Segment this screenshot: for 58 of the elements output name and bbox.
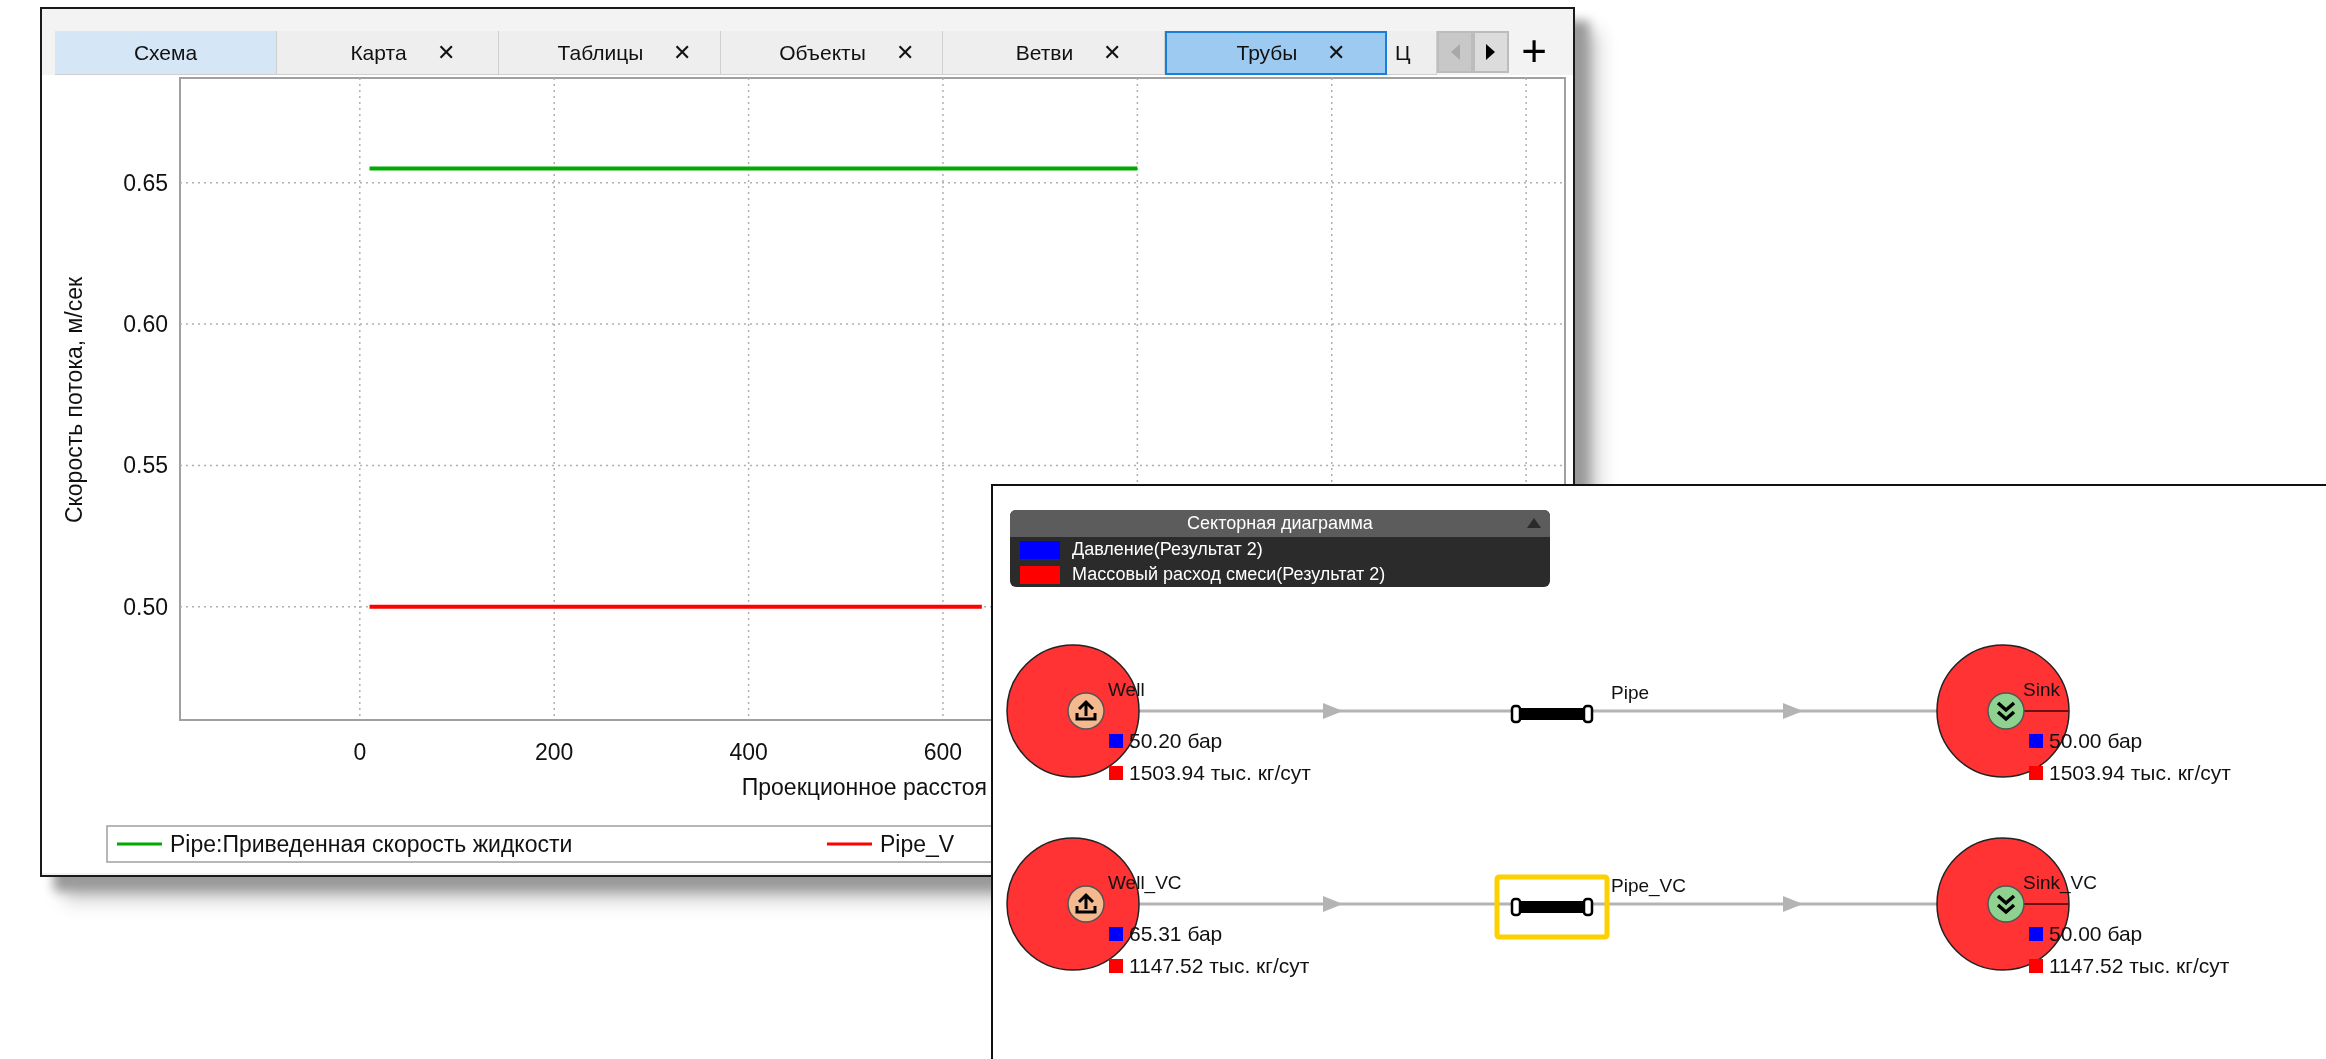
tab[interactable]: Трубы ✕ [1165,31,1387,75]
legend-title: Секторная диаграмма [1187,513,1373,533]
value-label: 1147.52 тыс. кг/сут [2049,954,2230,977]
flow-arrow-icon [1323,703,1343,719]
tab[interactable]: Ветви ✕ [943,31,1165,75]
tab[interactable]: Ц [1387,31,1437,75]
value-swatch [1109,766,1123,780]
x-tick-label: 600 [923,739,963,765]
y-tick-label: 0.50 [123,593,168,620]
y-tick-label: 0.55 [123,452,168,479]
upload-icon[interactable] [1067,885,1105,923]
tab[interactable]: Карта ✕ [277,31,499,75]
value-swatch [1109,734,1123,748]
pipe-label: Pipe [1611,682,1650,703]
legend-label: Давление(Результат 2) [1072,539,1263,560]
pipe-icon[interactable] [1510,704,1594,724]
close-icon[interactable]: ✕ [673,39,692,66]
value-label: 1147.52 тыс. кг/сут [1129,954,1310,977]
close-icon[interactable]: ✕ [436,39,455,66]
close-icon[interactable]: ✕ [895,39,914,66]
value-label: 1503.94 тыс. кг/сут [2049,761,2231,784]
legend-line [827,842,872,846]
x-axis-title: Проекционное расстоя [741,774,987,800]
pipe-icon[interactable] [1510,897,1594,917]
value-swatch [1109,959,1123,973]
value-swatch [2029,959,2043,973]
x-tick-label: 200 [535,739,574,765]
value-label: 65.31 бар [1129,922,1223,945]
double-chevron-icon[interactable] [1987,885,2025,923]
y-tick-label: 0.65 [123,169,168,196]
upload-icon[interactable] [1067,692,1105,730]
node-label: Sink [2023,679,2060,700]
tab[interactable]: Таблицы ✕ [499,31,721,75]
value-swatch [2029,766,2043,780]
legend-label: Pipe_V [880,831,955,857]
tab[interactable]: Схема [55,31,277,75]
double-chevron-icon[interactable] [1987,692,2025,730]
x-tick-label: 400 [729,739,768,765]
x-tick-label: 0 [353,739,367,765]
value-label: 1503.94 тыс. кг/сут [1129,761,1311,784]
flow-arrow-icon [1783,896,1803,912]
y-tick-label: 0.60 [123,311,168,338]
tab[interactable]: Объекты ✕ [721,31,943,75]
flow-arrow-icon [1783,703,1803,719]
flow-arrow-icon [1323,896,1343,912]
legend-label: Pipe:Приведенная скорость жидкости [170,831,573,857]
legend-label: Массовый расход смеси(Результат 2) [1072,564,1386,585]
value-swatch [2029,927,2043,941]
scroll-right-button[interactable] [1473,31,1509,73]
pipe-label: Pipe_VC [1611,875,1686,896]
value-label: 50.20 бар [1129,729,1223,752]
close-icon[interactable]: ✕ [1103,39,1122,66]
y-axis-title: Скорость потока, м/сек [61,276,87,524]
value-swatch [1109,927,1123,941]
value-swatch [2029,734,2043,748]
close-icon[interactable]: ✕ [1327,40,1346,66]
new-tab-button[interactable]: + [1509,31,1559,75]
legend-line [117,842,162,846]
